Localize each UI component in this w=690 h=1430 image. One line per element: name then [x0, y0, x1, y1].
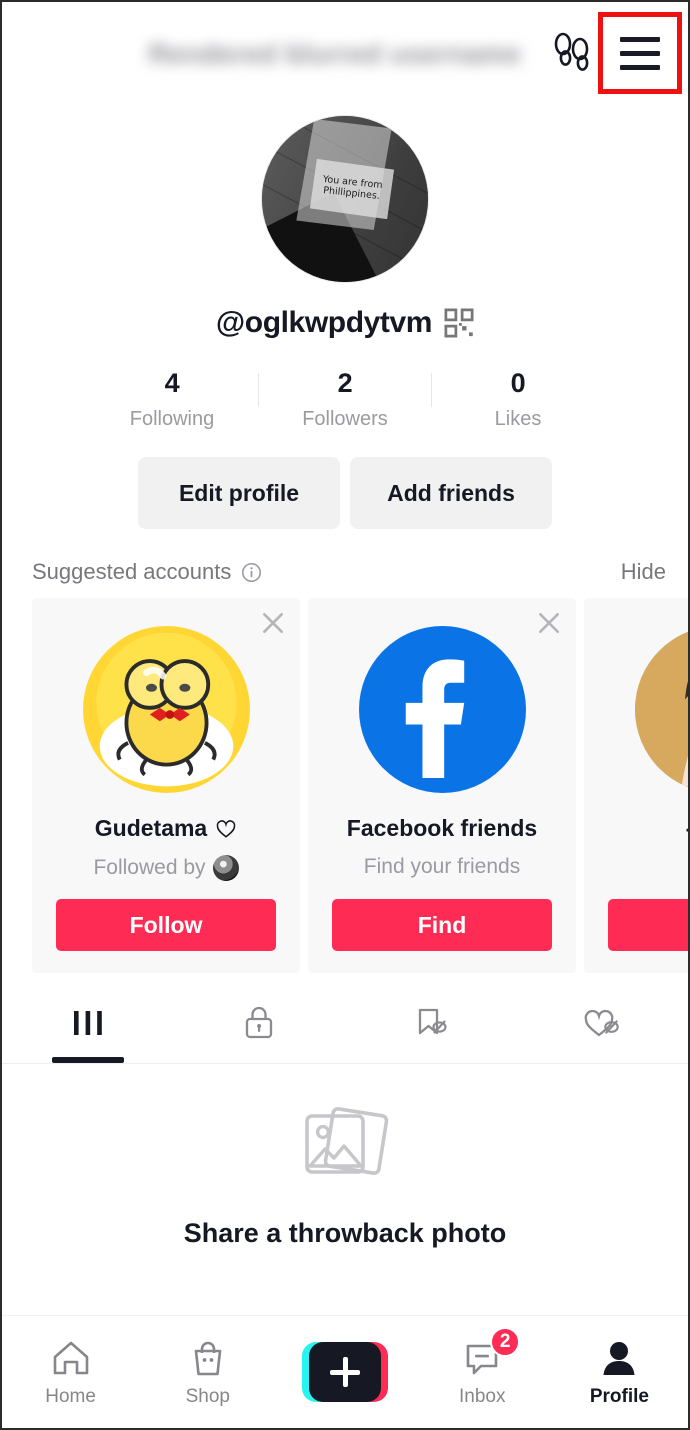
avatar	[634, 626, 688, 793]
empty-state: Share a throwback photo	[2, 1064, 688, 1315]
follow-button[interactable]: Follow	[56, 899, 276, 951]
profile-section: You are from Phillippines. @oglkwpdytvm …	[2, 106, 688, 529]
header-actions	[550, 12, 682, 94]
nav-inbox[interactable]: 2 Inbox	[414, 1326, 551, 1408]
grid-icon	[68, 1001, 108, 1045]
bookmark-hidden-icon	[412, 1001, 450, 1045]
avatar-note: You are from Phillippines.	[310, 158, 395, 220]
username-handle: @oglkwpdytvm	[215, 306, 433, 339]
avatar	[82, 626, 250, 793]
menu-line	[620, 64, 660, 70]
nav-home[interactable]: Home	[2, 1337, 139, 1408]
suggested-card[interactable]: Facebook friends Find your friends Find	[308, 598, 576, 973]
suggested-title-group: Suggested accounts	[32, 559, 262, 585]
inbox-icon: 2	[462, 1326, 521, 1379]
card-name-text: Gudetama	[94, 815, 208, 841]
tab-underline-placeholder	[395, 1057, 467, 1063]
follow-button[interactable]: F	[608, 899, 688, 951]
stat-label: Followers	[302, 408, 388, 430]
suggested-header: Suggested accounts Hide	[32, 559, 666, 585]
empty-state-text: Share a throwback photo	[183, 1218, 507, 1248]
tab-underline-placeholder	[223, 1057, 295, 1063]
stat-following[interactable]: 4 Following	[86, 368, 258, 431]
suggested-card[interactable]: -💅Av Follow F	[584, 598, 688, 973]
stat-likes[interactable]: 0 Likes	[432, 368, 604, 431]
card-subtitle: Followed by	[93, 855, 239, 881]
menu-line	[620, 50, 660, 56]
stat-value: 0	[510, 368, 526, 398]
lock-icon	[242, 1001, 276, 1045]
status-badge: 2	[490, 1326, 521, 1357]
info-icon[interactable]	[241, 562, 262, 583]
photo-stack-icon	[305, 1107, 389, 1175]
nav-label: Shop	[185, 1385, 230, 1407]
avatar-note-text: You are from Phillippines.	[322, 174, 384, 202]
nav-label: Inbox	[458, 1385, 506, 1407]
tiktok-profile-screen: Rendered blurred username You are from P…	[0, 0, 690, 1430]
add-friends-button[interactable]: Add friends	[350, 457, 552, 529]
create-plus-icon[interactable]	[302, 1342, 388, 1402]
avatar[interactable]: You are from Phillippines.	[262, 116, 428, 282]
suggested-cards: Gudetama Followed by Follow Facebook fri…	[32, 598, 688, 973]
page-title: Rendered blurred username	[148, 38, 522, 69]
footprints-icon[interactable]	[550, 27, 594, 79]
card-title: Gudetama	[95, 815, 237, 842]
posts-tab[interactable]	[2, 991, 174, 1063]
card-subtitle-text: Followed by	[93, 856, 206, 879]
active-tab-underline	[51, 1057, 124, 1063]
gudetama-illustration	[95, 632, 237, 787]
card-name-text: Facebook friends	[346, 815, 538, 841]
bottom-navigation: Home Shop 2 Inbox Profile	[2, 1315, 688, 1428]
stat-label: Likes	[494, 408, 542, 430]
hide-suggestions-button[interactable]: Hide	[621, 559, 666, 585]
facebook-icon	[405, 659, 464, 778]
card-subtitle-text: Find your friends	[363, 855, 521, 878]
card-title: Facebook friends	[347, 815, 537, 842]
suggested-accounts-label: Suggested accounts	[32, 559, 232, 584]
stat-value: 2	[337, 368, 353, 398]
card-subtitle: Find your friends	[364, 855, 520, 879]
suggested-card[interactable]: Gudetama Followed by Follow	[32, 598, 300, 973]
profile-actions: Edit profile Add friends	[138, 457, 552, 529]
menu-line	[620, 36, 660, 42]
heart-outline-icon	[216, 819, 236, 838]
nav-label: Home	[45, 1385, 96, 1407]
stat-label: Following	[129, 408, 215, 430]
qr-code-icon[interactable]	[444, 308, 474, 338]
heart-hidden-icon	[582, 1001, 622, 1045]
create-core	[309, 1342, 381, 1402]
find-button[interactable]: Find	[332, 899, 552, 951]
anime-avatar-illustration	[634, 631, 688, 788]
stats-row: 4 Following 2 Followers 0 Likes	[86, 368, 604, 431]
close-icon[interactable]	[260, 610, 286, 636]
stat-followers[interactable]: 2 Followers	[259, 368, 431, 431]
close-icon[interactable]	[536, 610, 562, 636]
person-icon	[599, 1337, 639, 1379]
liked-tab[interactable]	[517, 991, 689, 1063]
nav-label: Profile	[589, 1385, 649, 1407]
handle-row: @oglkwpdytvm	[216, 306, 474, 340]
avatar	[212, 855, 239, 881]
shop-bag-icon	[188, 1337, 228, 1379]
nav-profile[interactable]: Profile	[551, 1337, 688, 1408]
app-header: Rendered blurred username	[2, 2, 688, 106]
private-tab[interactable]	[174, 991, 346, 1063]
profile-tabs	[2, 991, 688, 1064]
nav-create[interactable]	[276, 1342, 413, 1402]
edit-profile-button[interactable]: Edit profile	[138, 457, 340, 529]
home-icon	[50, 1337, 92, 1379]
stat-value: 4	[164, 368, 180, 398]
card-name-text: -💅Av	[686, 815, 688, 842]
tab-underline-placeholder	[566, 1057, 638, 1063]
card-title: -💅Av	[686, 815, 688, 842]
hamburger-menu-icon[interactable]	[598, 12, 682, 94]
nav-shop[interactable]: Shop	[139, 1337, 276, 1408]
avatar	[358, 626, 526, 793]
saved-tab[interactable]	[345, 991, 517, 1063]
